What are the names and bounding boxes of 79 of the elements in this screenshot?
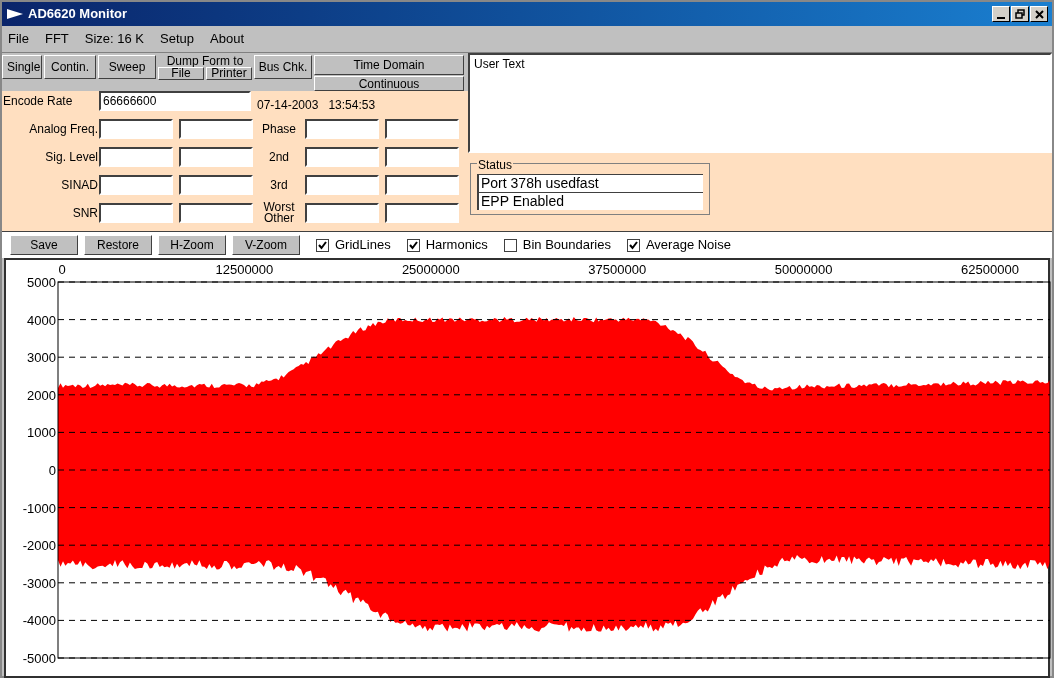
bus-check-button[interactable]: Bus Chk. xyxy=(254,55,312,79)
toolbar-button[interactable]: Single xyxy=(2,55,42,79)
plot-button[interactable]: H-Zoom xyxy=(158,235,226,255)
checkbox-label: Bin Boundaries xyxy=(522,236,611,255)
value-field[interactable] xyxy=(305,175,379,195)
menu-item[interactable]: Setup xyxy=(158,29,197,49)
checkbox[interactable] xyxy=(503,238,517,252)
toolbar-button[interactable]: Contin. xyxy=(44,55,96,79)
value-field[interactable] xyxy=(305,119,379,139)
plot-button[interactable]: Restore xyxy=(84,235,152,255)
y-axis-label: -3000 xyxy=(22,575,56,591)
y-axis-label: 3000 xyxy=(27,350,56,366)
menu-item[interactable]: About xyxy=(208,29,246,49)
value-field[interactable] xyxy=(179,203,253,223)
x-axis-label: 50000000 xyxy=(774,262,833,277)
checkbox-label: Average Noise xyxy=(645,236,731,255)
value-field[interactable] xyxy=(179,147,253,167)
encode-rate-field[interactable]: 66666600 xyxy=(99,91,251,111)
x-axis-label: 0 xyxy=(58,262,66,277)
menu-item[interactable]: FFT xyxy=(42,29,71,49)
timestamp: 07-14-2003 13:54:53 xyxy=(257,97,376,114)
checkbox-label: Harmonics xyxy=(425,236,488,255)
plot-button[interactable]: V-Zoom xyxy=(232,235,300,255)
x-axis-label: 12500000 xyxy=(215,262,274,277)
value-field[interactable] xyxy=(99,203,173,223)
value-field[interactable] xyxy=(99,119,173,139)
field-label: SNR xyxy=(71,205,99,222)
time-domain-button[interactable]: Time Domain xyxy=(314,55,464,75)
x-axis-label: 25000000 xyxy=(401,262,460,277)
value-field[interactable] xyxy=(99,175,173,195)
value-field[interactable] xyxy=(99,147,173,167)
x-axis-label: 37500000 xyxy=(588,262,647,277)
checkbox[interactable] xyxy=(406,238,420,252)
field-label: Phase xyxy=(261,123,297,135)
continuous-button[interactable]: Continuous xyxy=(314,76,464,91)
value-field[interactable] xyxy=(305,147,379,167)
minimize-button[interactable] xyxy=(992,6,1010,22)
checkbox[interactable] xyxy=(626,238,640,252)
field-label: 2nd xyxy=(268,151,290,163)
y-axis-label: -1000 xyxy=(22,500,56,516)
window-icon xyxy=(6,8,24,20)
field-label: Encode Rate xyxy=(3,93,74,110)
dump-button[interactable]: Printer xyxy=(206,67,252,80)
close-button[interactable] xyxy=(1030,6,1048,22)
y-axis-label: 5000 xyxy=(27,275,56,290)
field-label: 3rd xyxy=(269,179,289,191)
plot-button[interactable]: Save xyxy=(10,235,78,255)
toolbar-button[interactable]: Sweep xyxy=(98,55,156,79)
dump-form-label: Dump Form to xyxy=(165,55,244,67)
field-label: Analog Freq. xyxy=(28,121,99,138)
checkbox-label: GridLines xyxy=(335,236,391,255)
field-label: Sig. Level xyxy=(44,149,99,166)
minimize-icon xyxy=(997,17,1005,19)
y-axis-label: 4000 xyxy=(27,312,56,328)
menu-item[interactable]: File xyxy=(6,29,31,49)
y-axis-label: -5000 xyxy=(22,651,56,666)
y-axis-label: 0 xyxy=(48,463,56,478)
y-axis-label: 1000 xyxy=(27,425,56,441)
value-field[interactable] xyxy=(179,119,253,139)
value-field[interactable] xyxy=(385,175,459,195)
x-axis-label: 62500000 xyxy=(961,262,1019,277)
y-axis-label: -4000 xyxy=(22,613,56,629)
value-field[interactable] xyxy=(305,203,379,223)
value-field[interactable] xyxy=(385,203,459,223)
y-axis-label: -2000 xyxy=(22,538,56,554)
user-text-area[interactable]: User Text xyxy=(468,53,1052,153)
field-label: SINAD xyxy=(60,177,99,194)
y-axis-label: 2000 xyxy=(27,387,56,403)
checkbox[interactable] xyxy=(316,238,329,252)
field-label: Worst Other xyxy=(262,202,296,224)
restore-button[interactable] xyxy=(1011,6,1029,22)
dump-button[interactable]: File xyxy=(158,67,204,80)
restore-icon xyxy=(1015,9,1025,19)
value-field[interactable] xyxy=(385,147,459,167)
menu-item[interactable]: Size: 16 K xyxy=(82,29,147,49)
value-field[interactable] xyxy=(385,119,459,139)
window-title: AD6620 Monitor xyxy=(28,5,127,24)
close-icon xyxy=(1034,9,1044,19)
value-field[interactable] xyxy=(179,175,253,195)
